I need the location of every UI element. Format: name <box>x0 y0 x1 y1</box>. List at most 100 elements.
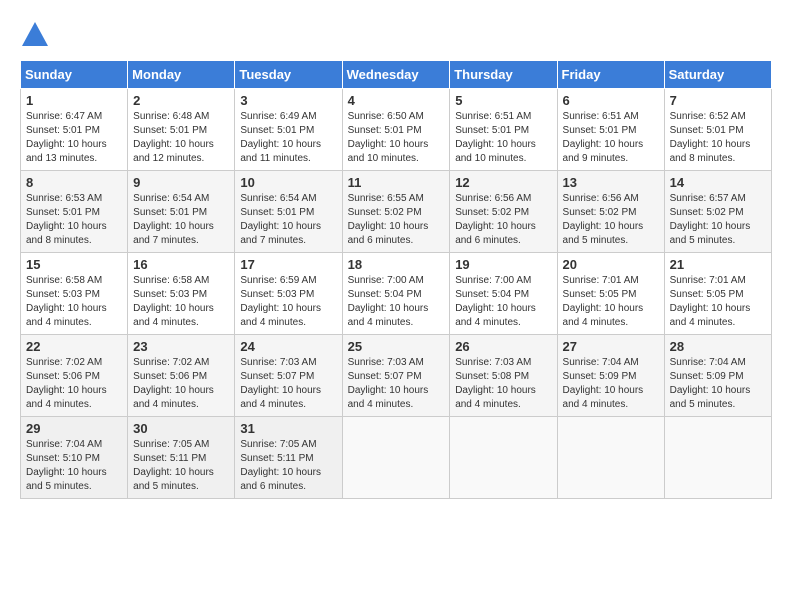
calendar-cell: 6 Sunrise: 6:51 AMSunset: 5:01 PMDayligh… <box>557 89 664 171</box>
day-info: Sunrise: 6:53 AMSunset: 5:01 PMDaylight:… <box>26 193 107 246</box>
day-header-tuesday: Tuesday <box>235 61 342 89</box>
calendar-week-2: 8 Sunrise: 6:53 AMSunset: 5:01 PMDayligh… <box>21 171 772 253</box>
day-info: Sunrise: 7:03 AMSunset: 5:07 PMDaylight:… <box>348 357 429 410</box>
day-info: Sunrise: 7:01 AMSunset: 5:05 PMDaylight:… <box>563 275 644 328</box>
day-info: Sunrise: 7:04 AMSunset: 5:09 PMDaylight:… <box>670 357 751 410</box>
calendar-week-5: 29 Sunrise: 7:04 AMSunset: 5:10 PMDaylig… <box>21 417 772 499</box>
calendar-cell: 10 Sunrise: 6:54 AMSunset: 5:01 PMDaylig… <box>235 171 342 253</box>
day-info: Sunrise: 6:48 AMSunset: 5:01 PMDaylight:… <box>133 111 214 164</box>
calendar-cell: 30 Sunrise: 7:05 AMSunset: 5:11 PMDaylig… <box>128 417 235 499</box>
day-info: Sunrise: 7:05 AMSunset: 5:11 PMDaylight:… <box>133 439 214 492</box>
day-number: 4 <box>348 93 445 108</box>
day-header-monday: Monday <box>128 61 235 89</box>
calendar-cell: 3 Sunrise: 6:49 AMSunset: 5:01 PMDayligh… <box>235 89 342 171</box>
day-header-sunday: Sunday <box>21 61 128 89</box>
day-info: Sunrise: 7:03 AMSunset: 5:07 PMDaylight:… <box>240 357 321 410</box>
day-info: Sunrise: 6:51 AMSunset: 5:01 PMDaylight:… <box>563 111 644 164</box>
day-number: 19 <box>455 257 551 272</box>
calendar-cell: 7 Sunrise: 6:52 AMSunset: 5:01 PMDayligh… <box>664 89 771 171</box>
day-number: 30 <box>133 421 229 436</box>
day-number: 18 <box>348 257 445 272</box>
calendar-cell <box>664 417 771 499</box>
day-number: 9 <box>133 175 229 190</box>
day-number: 27 <box>563 339 659 354</box>
calendar-cell: 2 Sunrise: 6:48 AMSunset: 5:01 PMDayligh… <box>128 89 235 171</box>
calendar-cell: 8 Sunrise: 6:53 AMSunset: 5:01 PMDayligh… <box>21 171 128 253</box>
day-info: Sunrise: 7:02 AMSunset: 5:06 PMDaylight:… <box>133 357 214 410</box>
day-info: Sunrise: 7:01 AMSunset: 5:05 PMDaylight:… <box>670 275 751 328</box>
day-info: Sunrise: 7:00 AMSunset: 5:04 PMDaylight:… <box>348 275 429 328</box>
day-number: 11 <box>348 175 445 190</box>
day-header-saturday: Saturday <box>664 61 771 89</box>
day-number: 15 <box>26 257 122 272</box>
day-header-thursday: Thursday <box>450 61 557 89</box>
calendar-cell: 31 Sunrise: 7:05 AMSunset: 5:11 PMDaylig… <box>235 417 342 499</box>
calendar-cell <box>342 417 450 499</box>
day-info: Sunrise: 6:58 AMSunset: 5:03 PMDaylight:… <box>133 275 214 328</box>
day-info: Sunrise: 7:04 AMSunset: 5:09 PMDaylight:… <box>563 357 644 410</box>
day-number: 29 <box>26 421 122 436</box>
day-number: 7 <box>670 93 766 108</box>
calendar-cell: 5 Sunrise: 6:51 AMSunset: 5:01 PMDayligh… <box>450 89 557 171</box>
calendar-cell: 14 Sunrise: 6:57 AMSunset: 5:02 PMDaylig… <box>664 171 771 253</box>
calendar-cell: 24 Sunrise: 7:03 AMSunset: 5:07 PMDaylig… <box>235 335 342 417</box>
day-number: 25 <box>348 339 445 354</box>
day-number: 22 <box>26 339 122 354</box>
day-number: 21 <box>670 257 766 272</box>
calendar-cell: 9 Sunrise: 6:54 AMSunset: 5:01 PMDayligh… <box>128 171 235 253</box>
calendar-cell <box>557 417 664 499</box>
day-number: 17 <box>240 257 336 272</box>
day-number: 3 <box>240 93 336 108</box>
page-header <box>20 20 772 50</box>
calendar-cell <box>450 417 557 499</box>
logo <box>20 20 54 50</box>
day-number: 5 <box>455 93 551 108</box>
day-info: Sunrise: 7:00 AMSunset: 5:04 PMDaylight:… <box>455 275 536 328</box>
day-info: Sunrise: 7:05 AMSunset: 5:11 PMDaylight:… <box>240 439 321 492</box>
calendar-cell: 1 Sunrise: 6:47 AMSunset: 5:01 PMDayligh… <box>21 89 128 171</box>
day-number: 12 <box>455 175 551 190</box>
calendar-cell: 4 Sunrise: 6:50 AMSunset: 5:01 PMDayligh… <box>342 89 450 171</box>
day-number: 10 <box>240 175 336 190</box>
calendar-header-row: SundayMondayTuesdayWednesdayThursdayFrid… <box>21 61 772 89</box>
day-number: 1 <box>26 93 122 108</box>
day-info: Sunrise: 6:49 AMSunset: 5:01 PMDaylight:… <box>240 111 321 164</box>
calendar-cell: 19 Sunrise: 7:00 AMSunset: 5:04 PMDaylig… <box>450 253 557 335</box>
calendar-cell: 17 Sunrise: 6:59 AMSunset: 5:03 PMDaylig… <box>235 253 342 335</box>
day-number: 13 <box>563 175 659 190</box>
calendar-cell: 22 Sunrise: 7:02 AMSunset: 5:06 PMDaylig… <box>21 335 128 417</box>
day-info: Sunrise: 7:04 AMSunset: 5:10 PMDaylight:… <box>26 439 107 492</box>
calendar-cell: 12 Sunrise: 6:56 AMSunset: 5:02 PMDaylig… <box>450 171 557 253</box>
day-info: Sunrise: 6:56 AMSunset: 5:02 PMDaylight:… <box>563 193 644 246</box>
day-number: 16 <box>133 257 229 272</box>
calendar-cell: 13 Sunrise: 6:56 AMSunset: 5:02 PMDaylig… <box>557 171 664 253</box>
day-info: Sunrise: 6:47 AMSunset: 5:01 PMDaylight:… <box>26 111 107 164</box>
day-number: 31 <box>240 421 336 436</box>
day-info: Sunrise: 6:52 AMSunset: 5:01 PMDaylight:… <box>670 111 751 164</box>
calendar-cell: 23 Sunrise: 7:02 AMSunset: 5:06 PMDaylig… <box>128 335 235 417</box>
calendar-week-3: 15 Sunrise: 6:58 AMSunset: 5:03 PMDaylig… <box>21 253 772 335</box>
calendar-cell: 16 Sunrise: 6:58 AMSunset: 5:03 PMDaylig… <box>128 253 235 335</box>
day-info: Sunrise: 6:59 AMSunset: 5:03 PMDaylight:… <box>240 275 321 328</box>
day-header-wednesday: Wednesday <box>342 61 450 89</box>
day-info: Sunrise: 6:58 AMSunset: 5:03 PMDaylight:… <box>26 275 107 328</box>
day-number: 2 <box>133 93 229 108</box>
calendar-week-4: 22 Sunrise: 7:02 AMSunset: 5:06 PMDaylig… <box>21 335 772 417</box>
calendar-cell: 18 Sunrise: 7:00 AMSunset: 5:04 PMDaylig… <box>342 253 450 335</box>
calendar-cell: 25 Sunrise: 7:03 AMSunset: 5:07 PMDaylig… <box>342 335 450 417</box>
logo-icon <box>20 20 50 50</box>
calendar-cell: 11 Sunrise: 6:55 AMSunset: 5:02 PMDaylig… <box>342 171 450 253</box>
calendar-cell: 26 Sunrise: 7:03 AMSunset: 5:08 PMDaylig… <box>450 335 557 417</box>
day-number: 23 <box>133 339 229 354</box>
calendar-cell: 28 Sunrise: 7:04 AMSunset: 5:09 PMDaylig… <box>664 335 771 417</box>
day-number: 24 <box>240 339 336 354</box>
day-header-friday: Friday <box>557 61 664 89</box>
day-info: Sunrise: 6:56 AMSunset: 5:02 PMDaylight:… <box>455 193 536 246</box>
day-number: 28 <box>670 339 766 354</box>
calendar-cell: 20 Sunrise: 7:01 AMSunset: 5:05 PMDaylig… <box>557 253 664 335</box>
calendar-cell: 29 Sunrise: 7:04 AMSunset: 5:10 PMDaylig… <box>21 417 128 499</box>
calendar-cell: 21 Sunrise: 7:01 AMSunset: 5:05 PMDaylig… <box>664 253 771 335</box>
day-info: Sunrise: 6:51 AMSunset: 5:01 PMDaylight:… <box>455 111 536 164</box>
day-number: 20 <box>563 257 659 272</box>
day-number: 8 <box>26 175 122 190</box>
